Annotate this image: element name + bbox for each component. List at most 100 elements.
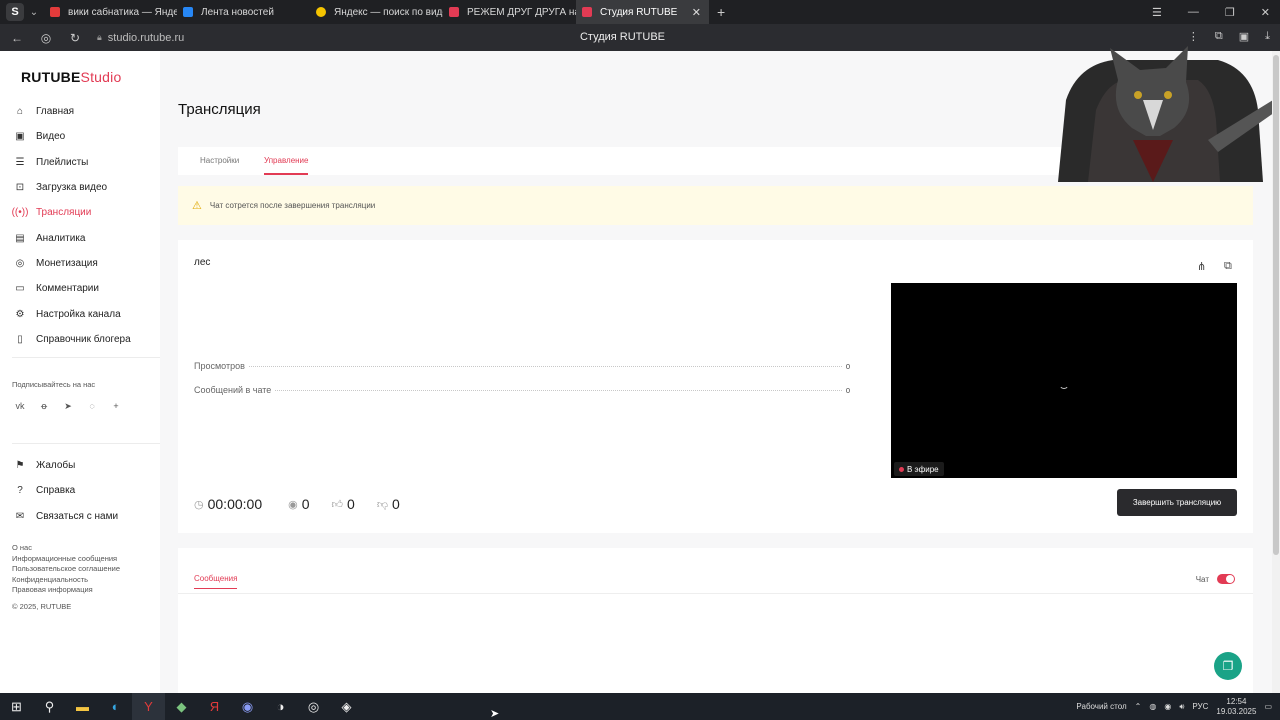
broadcast-icon: ((•)) (11, 207, 29, 219)
sidebar-item-video[interactable]: ▣ Видео (0, 124, 160, 149)
edge-icon[interactable]: ◐ (99, 693, 132, 720)
yandex-icon[interactable]: Я (198, 693, 231, 720)
vk-icon[interactable]: vk (14, 401, 26, 412)
tab-settings[interactable]: Настройки (200, 156, 239, 165)
app-icon[interactable]: ◆ (165, 693, 198, 720)
tray-chevron-icon[interactable]: ⌃ (1135, 702, 1142, 711)
discord-icon[interactable]: ◉ (231, 693, 264, 720)
notification-center-icon[interactable]: ▭ (1264, 702, 1272, 711)
sidebar-item-help[interactable]: ? Справка (0, 478, 160, 503)
sidebar-item-label: Справочник блогера (36, 333, 131, 345)
clock-date: 19.03.2025 (1216, 706, 1257, 716)
footer-link[interactable]: Пользовательское соглашение (12, 564, 120, 575)
sidebar-item-complaints[interactable]: ⚑ Жалобы (0, 453, 160, 478)
obs-icon[interactable]: ◑ (264, 693, 297, 720)
tab-management[interactable]: Управление (264, 156, 309, 175)
tray-app-icon[interactable]: ◍ (1149, 702, 1156, 711)
windows-taskbar: ⊞ ⚲ ▬ ◐ Y ◆ Я ◉ ◑ ◎ ◈ Рабочий стол ⌃ ◍ ◉… (0, 693, 1280, 720)
sidebar-item-home[interactable]: ⌂ Главная (0, 99, 160, 124)
ok-icon[interactable]: ꝋ (38, 401, 50, 412)
sidebar-item-playlists[interactable]: ☰ Плейлисты (0, 150, 160, 175)
stat-views: Просмотров 0 (194, 361, 850, 371)
tabs-menu-chevron-icon[interactable]: ⌄ (24, 7, 44, 18)
share-icon[interactable]: ⋔ (1197, 260, 1206, 273)
sidebar-item-analytics[interactable]: ▤ Аналитика (0, 225, 160, 250)
open-external-icon[interactable]: ⧉ (1224, 260, 1232, 273)
browser-tab[interactable]: РЕЖЕМ ДРУГ ДРУГА на (443, 0, 576, 24)
start-icon[interactable]: ⊞ (0, 693, 33, 720)
sidebar-item-comments[interactable]: ▭ Комментарии (0, 276, 160, 301)
sidebar-item-label: Видео (36, 131, 66, 143)
tab-title: Студия RUTUBE (600, 6, 678, 18)
sidebar-item-broadcasts[interactable]: ((•)) Трансляции (0, 200, 160, 225)
end-stream-button[interactable]: Завершить трансляцию (1117, 489, 1237, 516)
analytics-icon: ▤ (15, 232, 25, 244)
app2-icon[interactable]: ◈ (330, 693, 363, 720)
sidebar-item-label: Трансляции (36, 207, 92, 219)
tab-title: Лента новостей (201, 6, 274, 18)
scrollbar-thumb[interactable] (1273, 55, 1279, 555)
viewers-icon: ◉ (288, 498, 298, 511)
sidebar-item-monetization[interactable]: ◎ Монетизация (0, 251, 160, 276)
sidebar-item-contact[interactable]: ✉ Связаться с нами (0, 504, 160, 529)
upload-icon: ⊡ (15, 182, 25, 194)
more-social-icon[interactable]: + (110, 401, 122, 412)
sidebar-item-channel-settings[interactable]: ⚙ Настройка канала (0, 301, 160, 326)
likes-counter: 👍︎ 0 (332, 496, 355, 512)
tab-title: РЕЖЕМ ДРУГ ДРУГА на (467, 6, 576, 18)
sidebar-divider (12, 443, 160, 444)
footer-link[interactable]: Конфиденциальность (12, 575, 120, 586)
copyright: © 2025, RUTUBE (12, 601, 72, 611)
tab-messages[interactable]: Сообщения (194, 574, 238, 589)
minimize-icon[interactable]: — (1188, 6, 1199, 18)
footer-links: О нас Информационные сообщения Пользоват… (12, 543, 120, 613)
yandex-favicon-icon (50, 7, 60, 17)
help-icon: ? (17, 485, 23, 497)
new-tab-icon[interactable]: + (717, 4, 725, 20)
volume-icon[interactable]: 🔊︎ (1179, 702, 1184, 712)
telegram-icon[interactable]: ➤ (62, 401, 74, 412)
close-window-icon[interactable]: ✕ (1261, 6, 1270, 19)
browser-logo-icon[interactable]: S (6, 3, 24, 21)
logo-text: RUTUBE (21, 69, 81, 85)
footer-link[interactable]: Информационные сообщения (12, 554, 120, 565)
sidebar: RUTUBEStudio ⌂ Главная ▣ Видео ☰ Плейлисты … (0, 51, 160, 693)
clock-time: 12:54 (1226, 696, 1247, 706)
subscribe-label: Подписывайтесь на нас (12, 380, 96, 389)
sidebar-item-blogger-guide[interactable]: ▯ Справочник блогера (0, 327, 160, 352)
desktop-label[interactable]: Рабочий стол (1076, 702, 1126, 711)
footer-link[interactable]: О нас (12, 543, 120, 554)
video-player[interactable]: В эфире (891, 283, 1237, 478)
close-tab-icon[interactable]: ✕ (692, 6, 701, 19)
footer-link[interactable]: Правовая информация (12, 585, 120, 596)
network-icon[interactable]: ◉ (1164, 702, 1171, 711)
language-indicator[interactable]: РУС (1192, 702, 1208, 711)
yandex-browser-icon[interactable]: Y (132, 693, 165, 720)
browser-tab[interactable]: вики сабнатика — Яндекс (44, 0, 177, 24)
browser-tab[interactable]: Лента новостей (177, 0, 310, 24)
logo-suffix: Studio (80, 69, 122, 85)
stat-label: Сообщений в чате (194, 385, 272, 395)
rutube-studio-favicon-icon (582, 7, 592, 17)
menu-icon[interactable]: ☰ (1152, 6, 1162, 19)
rutube-studio-logo[interactable]: RUTUBEStudio (21, 69, 121, 85)
stream-name: лес (194, 257, 211, 268)
browser-tab-active[interactable]: Студия RUTUBE ✕ (576, 0, 709, 24)
page-scrollbar[interactable] (1272, 51, 1280, 693)
maximize-icon[interactable]: ❐ (1225, 6, 1235, 19)
support-chat-button[interactable]: ❐ (1214, 652, 1242, 680)
explorer-icon[interactable]: ▬ (66, 693, 99, 720)
chrome-icon[interactable]: ◎ (297, 693, 330, 720)
sidebar-item-upload[interactable]: ⊡ Загрузка видео (0, 175, 160, 200)
vk-favicon-icon (183, 7, 193, 17)
chat-toggle-switch[interactable] (1217, 574, 1235, 584)
viber-icon[interactable]: ◌ (86, 401, 98, 412)
browser-tab[interactable]: Яндекс — поиск по видео (310, 0, 443, 24)
clock[interactable]: 12:54 19.03.2025 (1216, 697, 1256, 717)
dislikes-counter: 👎︎ 0 (377, 496, 400, 512)
dislikes-value: 0 (391, 496, 400, 512)
browser-tab-bar: S ⌄ вики сабнатика — Яндекс Лента новост… (0, 0, 1280, 24)
stat-chat-messages: Сообщений в чате 0 (194, 385, 850, 395)
search-icon[interactable]: ⚲ (33, 693, 66, 720)
tab-title: вики сабнатика — Яндекс (68, 6, 177, 18)
